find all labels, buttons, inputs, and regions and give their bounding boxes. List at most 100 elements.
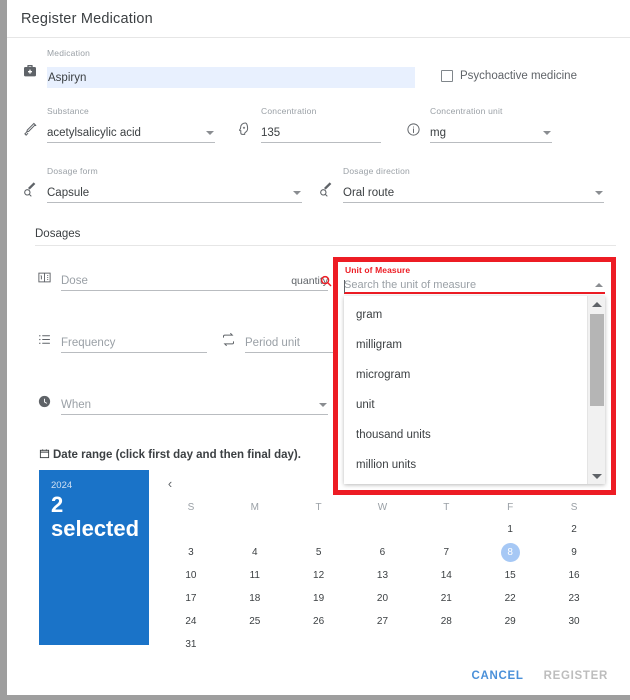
dropdown-scrollbar[interactable]	[587, 296, 605, 484]
calendar-day[interactable]: 9	[565, 543, 584, 562]
calendar-day-cell[interactable]: 14	[414, 564, 478, 587]
calendar-day-cell[interactable]: 25	[223, 610, 287, 633]
when-field[interactable]: When	[35, 378, 328, 422]
calendar-day-cell[interactable]: 15	[478, 564, 542, 587]
concentration-unit-field[interactable]: Concentration unit mg	[404, 106, 552, 150]
dropdown-option[interactable]: unit	[344, 390, 587, 420]
calendar-day-cell[interactable]: 26	[287, 610, 351, 633]
scroll-down-arrow-icon[interactable]	[588, 468, 605, 484]
calendar-day[interactable]: 21	[437, 589, 456, 608]
calendar-day-cell[interactable]: 1	[478, 518, 542, 541]
dropdown-option[interactable]: microgram	[344, 360, 587, 390]
frequency-control[interactable]: Frequency	[61, 333, 207, 353]
dosage-form-field[interactable]: Dosage form Capsule	[21, 166, 302, 210]
dosage-direction-field[interactable]: Dosage direction Oral route	[317, 166, 604, 210]
unit-of-measure-search-field[interactable]: Unit of Measure Search the unit of measu…	[338, 262, 611, 296]
chevron-left-icon[interactable]: ‹	[159, 476, 181, 491]
dose-field[interactable]: Dose quantity	[35, 254, 328, 298]
period-unit-control[interactable]: Period unit	[245, 333, 339, 353]
calendar-day-cell[interactable]: 20	[351, 587, 415, 610]
unit-of-measure-input[interactable]: Search the unit of measure	[344, 277, 605, 294]
calendar-day[interactable]: 6	[373, 543, 392, 562]
calendar-day[interactable]: 18	[245, 589, 264, 608]
calendar-day-cell[interactable]: 16	[542, 564, 606, 587]
calendar-day[interactable]: 27	[373, 612, 392, 631]
calendar-day[interactable]: 25	[245, 612, 264, 631]
calendar-day-cell[interactable]: 27	[351, 610, 415, 633]
medication-input[interactable]: Aspiryn	[47, 67, 415, 88]
calendar-day[interactable]: 20	[373, 589, 392, 608]
when-control[interactable]: When	[61, 395, 328, 415]
dose-control[interactable]: Dose quantity	[61, 271, 328, 291]
calendar-day-cell[interactable]: 9	[542, 541, 606, 564]
substance-control[interactable]: acetylsalicylic acid	[47, 123, 215, 143]
cancel-button[interactable]: CANCEL	[471, 670, 523, 682]
calendar-day[interactable]: 22	[501, 589, 520, 608]
calendar-day[interactable]: 19	[309, 589, 328, 608]
calendar-day-cell[interactable]: 11	[223, 564, 287, 587]
calendar-day-cell[interactable]: 17	[159, 587, 223, 610]
calendar-day-cell[interactable]: 21	[414, 587, 478, 610]
chevron-down-icon[interactable]	[293, 190, 301, 195]
calendar-day-cell[interactable]: 12	[287, 564, 351, 587]
calendar-day[interactable]: 23	[565, 589, 584, 608]
unit-of-measure-dropdown[interactable]: Unit of Measure Search the unit of measu…	[333, 257, 616, 495]
calendar-day[interactable]: 16	[565, 566, 584, 585]
concentration-field[interactable]: Concentration 135	[235, 106, 381, 150]
calendar-day-cell[interactable]: 2	[542, 518, 606, 541]
chevron-down-icon[interactable]	[543, 130, 551, 135]
calendar-day[interactable]: 14	[437, 566, 456, 585]
calendar-day-cell[interactable]: 7	[414, 541, 478, 564]
frequency-field[interactable]: Frequency	[35, 316, 207, 360]
calendar-day[interactable]: 26	[309, 612, 328, 631]
calendar-day-cell[interactable]: 28	[414, 610, 478, 633]
calendar-day[interactable]: 4	[245, 543, 264, 562]
calendar-day[interactable]: 30	[565, 612, 584, 631]
substance-field[interactable]: Substance acetylsalicylic acid	[21, 106, 215, 150]
calendar-day-cell[interactable]: 29	[478, 610, 542, 633]
calendar-day[interactable]: 12	[309, 566, 328, 585]
dropdown-option[interactable]: thousand units	[344, 420, 587, 450]
calendar-day-selected[interactable]: 8	[500, 543, 520, 562]
calendar-day-cell[interactable]: 6	[351, 541, 415, 564]
calendar-day[interactable]: 2	[565, 520, 584, 539]
medication-field[interactable]: Medication Aspiryn	[21, 48, 415, 92]
dropdown-option[interactable]: million units	[344, 450, 587, 480]
dropdown-option[interactable]: milligram	[344, 330, 587, 360]
concentration-control[interactable]: 135	[261, 123, 381, 143]
dosage-direction-control[interactable]: Oral route	[343, 183, 604, 203]
calendar-day-cell[interactable]: 13	[351, 564, 415, 587]
calendar-day[interactable]: 1	[501, 520, 520, 539]
calendar-day-cell[interactable]: 3	[159, 541, 223, 564]
concentration-unit-control[interactable]: mg	[430, 123, 552, 143]
calendar-day-cell[interactable]: 30	[542, 610, 606, 633]
chevron-down-icon[interactable]	[206, 130, 214, 135]
scroll-up-arrow-icon[interactable]	[588, 296, 605, 312]
register-button[interactable]: REGISTER	[544, 670, 608, 682]
chevron-down-icon[interactable]	[595, 190, 603, 195]
calendar-day-cell[interactable]: 24	[159, 610, 223, 633]
calendar-day[interactable]: 3	[181, 543, 200, 562]
unit-of-measure-option-list[interactable]: gram milligram microgram unit thousand units…	[344, 296, 605, 484]
calendar-day[interactable]: 10	[181, 566, 200, 585]
calendar-day-cell[interactable]: 5	[287, 541, 351, 564]
calendar-day[interactable]: 29	[501, 612, 520, 631]
calendar-day-cell[interactable]: 8	[478, 541, 542, 564]
calendar-day-cell[interactable]: 19	[287, 587, 351, 610]
calendar-day[interactable]: 28	[437, 612, 456, 631]
dropdown-option[interactable]: gram	[344, 300, 587, 330]
calendar-day[interactable]: 11	[245, 566, 264, 585]
calendar-day-cell[interactable]: 18	[223, 587, 287, 610]
dosage-form-control[interactable]: Capsule	[47, 183, 302, 203]
calendar-day[interactable]: 15	[501, 566, 520, 585]
calendar-day[interactable]: 13	[373, 566, 392, 585]
calendar-day-cell[interactable]: 10	[159, 564, 223, 587]
calendar-day-cell[interactable]: 23	[542, 587, 606, 610]
calendar-day-cell[interactable]: 22	[478, 587, 542, 610]
chevron-down-icon[interactable]	[319, 402, 327, 407]
calendar-day-cell[interactable]: 4	[223, 541, 287, 564]
scrollbar-thumb[interactable]	[590, 314, 604, 406]
calendar-day[interactable]: 17	[181, 589, 200, 608]
calendar-day[interactable]: 5	[309, 543, 328, 562]
calendar-day[interactable]: 24	[181, 612, 200, 631]
